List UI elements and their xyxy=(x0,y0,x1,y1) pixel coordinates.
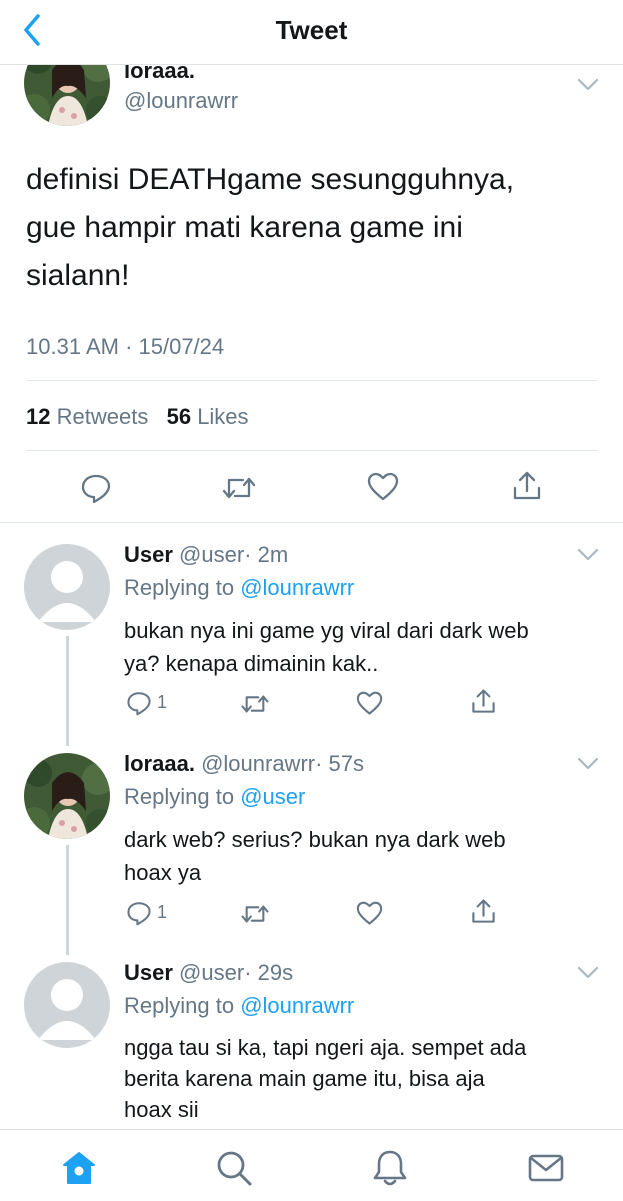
reply-text: ngga tau si ka, tapi ngeri aja. sempet a… xyxy=(124,1032,526,1125)
avatar[interactable] xyxy=(24,753,110,839)
reply-comment-icon[interactable] xyxy=(126,690,152,721)
reply-text-line: hoax sii xyxy=(124,1097,199,1122)
divider xyxy=(26,450,598,451)
share-icon[interactable] xyxy=(470,898,497,930)
messages-mail-icon[interactable] xyxy=(526,1148,566,1188)
likes-label[interactable]: Likes xyxy=(197,404,248,429)
thread-connector xyxy=(66,845,69,955)
reply-text-line: bukan nya ini game yg viral dari dark we… xyxy=(124,618,529,643)
likes-count[interactable]: 56 xyxy=(167,404,191,429)
tweet-text-line: sialann! xyxy=(26,259,130,292)
like-heart-icon[interactable] xyxy=(356,691,383,721)
reply-text: dark web? serius? bukan nya dark web hoa… xyxy=(124,823,506,889)
search-icon[interactable] xyxy=(214,1148,254,1188)
divider xyxy=(0,522,623,523)
reply-author-handle[interactable]: @user xyxy=(179,960,244,985)
reply-header: User @user· 2m xyxy=(124,542,288,568)
retweets-count[interactable]: 12 xyxy=(26,404,50,429)
reply-comment-icon[interactable] xyxy=(126,900,152,931)
top-nav-bar: Tweet xyxy=(0,0,623,65)
retweet-icon[interactable] xyxy=(240,902,270,931)
retweets-label[interactable]: Retweets xyxy=(57,404,149,429)
share-icon[interactable] xyxy=(511,470,543,507)
more-chevron-down-icon[interactable] xyxy=(577,757,599,771)
more-chevron-down-icon[interactable] xyxy=(577,548,599,562)
reply-text-line: berita karena main game itu, bisa aja xyxy=(124,1066,485,1091)
tweet-timestamp[interactable]: 10.31 AM · 15/07/24 xyxy=(26,333,224,361)
like-heart-icon[interactable] xyxy=(367,472,399,507)
replying-to: Replying to @user xyxy=(124,784,305,810)
share-icon[interactable] xyxy=(470,688,497,720)
retweet-icon[interactable] xyxy=(240,692,270,721)
reply-text-line: hoax ya xyxy=(124,860,202,885)
replying-to-label: Replying to xyxy=(124,993,235,1018)
replying-to-label: Replying to xyxy=(124,575,235,600)
reply-text: bukan nya ini game yg viral dari dark we… xyxy=(124,614,529,680)
more-chevron-down-icon[interactable] xyxy=(577,78,599,92)
reply-comment-icon[interactable] xyxy=(80,472,112,509)
tweet-text-line: definisi DEATHgame sesungguhnya, xyxy=(26,163,515,196)
reply-count: 1 xyxy=(157,692,168,712)
reply-header: loraaa. @lounrawrr· 57s xyxy=(124,751,364,777)
bottom-tab-bar xyxy=(0,1129,623,1201)
reply-text-line: ngga tau si ka, tapi ngeri aja. sempet a… xyxy=(124,1035,527,1060)
thread-connector xyxy=(66,636,69,746)
reply-author-name[interactable]: loraaa. xyxy=(124,751,195,776)
replying-to: Replying to @lounrawrr xyxy=(124,993,354,1019)
tweet-author-handle[interactable]: @lounrawrr xyxy=(124,88,238,114)
tweet-stats: 12 Retweets 56 Likes xyxy=(26,403,249,431)
reply-time: · 2m xyxy=(244,542,289,567)
divider xyxy=(26,380,598,381)
reply-author-handle[interactable]: @user xyxy=(179,542,244,567)
more-chevron-down-icon[interactable] xyxy=(577,966,599,980)
reply-time: · 29s xyxy=(244,960,294,985)
reply-header: User @user· 29s xyxy=(124,960,293,986)
reply-text-line: dark web? serius? bukan nya dark web xyxy=(124,827,506,852)
like-heart-icon[interactable] xyxy=(356,901,383,931)
reply-author-name[interactable]: User xyxy=(124,542,173,567)
reply-text-line: ya? kenapa dimainin kak.. xyxy=(124,651,379,676)
replying-to-handle[interactable]: @lounrawrr xyxy=(240,993,354,1018)
home-icon[interactable] xyxy=(59,1148,99,1188)
page-title: Tweet xyxy=(275,15,348,45)
tweet-text-line: gue hampir mati karena game ini xyxy=(26,211,463,244)
replying-to-handle[interactable]: @lounrawrr xyxy=(240,575,354,600)
reply-time: · 57s xyxy=(315,751,365,776)
reply-count: 1 xyxy=(157,902,168,922)
reply-author-handle[interactable]: @lounrawrr xyxy=(201,751,315,776)
tweet-text: definisi DEATHgame sesungguhnya, gue ham… xyxy=(26,156,514,300)
replying-to: Replying to @lounrawrr xyxy=(124,575,354,601)
notifications-bell-icon[interactable] xyxy=(370,1148,410,1188)
avatar[interactable] xyxy=(24,962,110,1048)
avatar[interactable] xyxy=(24,544,110,630)
retweet-icon[interactable] xyxy=(221,474,257,507)
reply-author-name[interactable]: User xyxy=(124,960,173,985)
replying-to-handle[interactable]: @user xyxy=(240,784,305,809)
replying-to-label: Replying to xyxy=(124,784,235,809)
